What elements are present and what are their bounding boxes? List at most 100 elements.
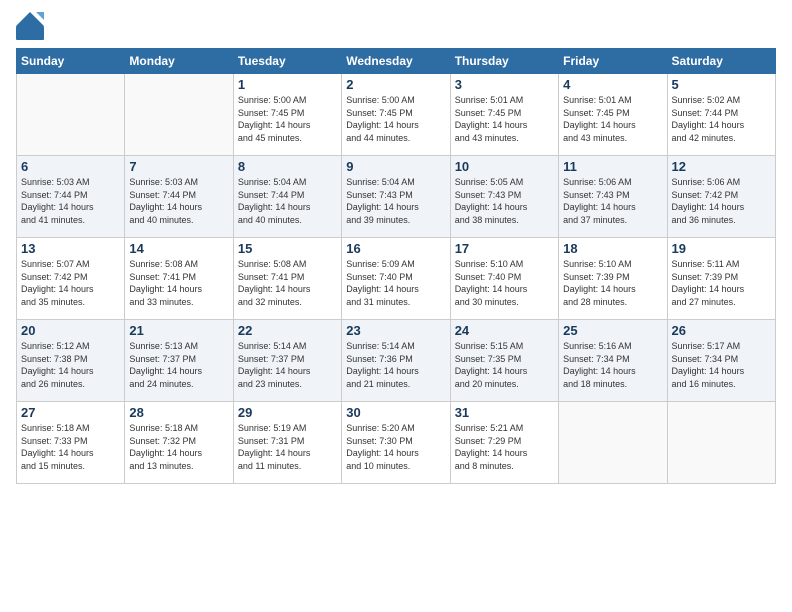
calendar-cell: 9 Sunrise: 5:04 AM Sunset: 7:43 PM Daylig… [342,156,450,238]
day-info: Sunrise: 5:15 AM Sunset: 7:35 PM Dayligh… [455,340,554,390]
calendar-cell: 6 Sunrise: 5:03 AM Sunset: 7:44 PM Daylig… [17,156,125,238]
calendar-cell: 14 Sunrise: 5:08 AM Sunset: 7:41 PM Dayli… [125,238,233,320]
calendar-cell [559,402,667,484]
calendar-cell: 7Sunrise: 5:03 AM Sunset: 7:44 PM Daylig… [125,156,233,238]
calendar-header-friday: Friday [559,49,667,74]
calendar-cell: 2Sunrise: 5:00 AM Sunset: 7:45 PM Daylig… [342,74,450,156]
calendar-cell: 18 Sunrise: 5:10 AM Sunset: 7:39 PM Dayli… [559,238,667,320]
day-number: 28 [129,405,228,420]
day-info: Sunrise: 5:05 AM Sunset: 7:43 PM Dayligh… [455,176,554,226]
calendar-header-tuesday: Tuesday [233,49,341,74]
day-number: 8 [238,159,337,174]
day-number: 24 [455,323,554,338]
header [16,12,776,40]
day-number: 29 [238,405,337,420]
calendar-cell: 5 Sunrise: 5:02 AM Sunset: 7:44 PM Daylig… [667,74,775,156]
calendar-header-thursday: Thursday [450,49,558,74]
calendar-cell: 19 Sunrise: 5:11 AM Sunset: 7:39 PM Dayli… [667,238,775,320]
day-info: Sunrise: 5:16 AM Sunset: 7:34 PM Dayligh… [563,340,662,390]
calendar-cell: 10 Sunrise: 5:05 AM Sunset: 7:43 PM Dayli… [450,156,558,238]
calendar-header-monday: Monday [125,49,233,74]
calendar-cell: 21 Sunrise: 5:13 AM Sunset: 7:37 PM Dayli… [125,320,233,402]
calendar-cell [17,74,125,156]
day-info: Sunrise: 5:07 AM Sunset: 7:42 PM Dayligh… [21,258,120,308]
logo [16,12,46,40]
day-info: Sunrise: 5:03 AM Sunset: 7:44 PM Dayligh… [129,176,228,226]
day-info: Sunrise: 5:08 AM Sunset: 7:41 PM Dayligh… [129,258,228,308]
calendar-cell: 20 Sunrise: 5:12 AM Sunset: 7:38 PM Dayli… [17,320,125,402]
calendar-cell: 24 Sunrise: 5:15 AM Sunset: 7:35 PM Dayli… [450,320,558,402]
calendar-header-saturday: Saturday [667,49,775,74]
calendar-cell: 12Sunrise: 5:06 AM Sunset: 7:42 PM Dayli… [667,156,775,238]
day-number: 5 [672,77,771,92]
day-info: Sunrise: 5:11 AM Sunset: 7:39 PM Dayligh… [672,258,771,308]
logo-icon [16,12,44,40]
day-number: 26 [672,323,771,338]
calendar-header-wednesday: Wednesday [342,49,450,74]
day-info: Sunrise: 5:04 AM Sunset: 7:43 PM Dayligh… [346,176,445,226]
day-number: 23 [346,323,445,338]
day-info: Sunrise: 5:03 AM Sunset: 7:44 PM Dayligh… [21,176,120,226]
day-info: Sunrise: 5:10 AM Sunset: 7:39 PM Dayligh… [563,258,662,308]
calendar-cell: 16 Sunrise: 5:09 AM Sunset: 7:40 PM Dayli… [342,238,450,320]
day-number: 17 [455,241,554,256]
day-info: Sunrise: 5:18 AM Sunset: 7:33 PM Dayligh… [21,422,120,472]
calendar-cell: 15 Sunrise: 5:08 AM Sunset: 7:41 PM Dayli… [233,238,341,320]
calendar-header-sunday: Sunday [17,49,125,74]
day-number: 22 [238,323,337,338]
day-info: Sunrise: 5:21 AM Sunset: 7:29 PM Dayligh… [455,422,554,472]
day-info: Sunrise: 5:20 AM Sunset: 7:30 PM Dayligh… [346,422,445,472]
calendar-cell: 13Sunrise: 5:07 AM Sunset: 7:42 PM Dayli… [17,238,125,320]
day-info: Sunrise: 5:02 AM Sunset: 7:44 PM Dayligh… [672,94,771,144]
day-info: Sunrise: 5:04 AM Sunset: 7:44 PM Dayligh… [238,176,337,226]
day-info: Sunrise: 5:09 AM Sunset: 7:40 PM Dayligh… [346,258,445,308]
day-info: Sunrise: 5:14 AM Sunset: 7:36 PM Dayligh… [346,340,445,390]
day-number: 9 [346,159,445,174]
day-number: 10 [455,159,554,174]
day-info: Sunrise: 5:06 AM Sunset: 7:42 PM Dayligh… [672,176,771,226]
day-info: Sunrise: 5:12 AM Sunset: 7:38 PM Dayligh… [21,340,120,390]
day-number: 25 [563,323,662,338]
day-info: Sunrise: 5:14 AM Sunset: 7:37 PM Dayligh… [238,340,337,390]
day-number: 21 [129,323,228,338]
calendar-cell: 8 Sunrise: 5:04 AM Sunset: 7:44 PM Daylig… [233,156,341,238]
calendar-cell: 11 Sunrise: 5:06 AM Sunset: 7:43 PM Dayli… [559,156,667,238]
day-number: 19 [672,241,771,256]
calendar-header-row: SundayMondayTuesdayWednesdayThursdayFrid… [17,49,776,74]
calendar-week-1: 1Sunrise: 5:00 AM Sunset: 7:45 PM Daylig… [17,74,776,156]
calendar-cell: 23 Sunrise: 5:14 AM Sunset: 7:36 PM Dayli… [342,320,450,402]
day-info: Sunrise: 5:06 AM Sunset: 7:43 PM Dayligh… [563,176,662,226]
day-info: Sunrise: 5:18 AM Sunset: 7:32 PM Dayligh… [129,422,228,472]
day-info: Sunrise: 5:13 AM Sunset: 7:37 PM Dayligh… [129,340,228,390]
day-number: 6 [21,159,120,174]
calendar-cell [125,74,233,156]
calendar-week-2: 6 Sunrise: 5:03 AM Sunset: 7:44 PM Daylig… [17,156,776,238]
day-number: 27 [21,405,120,420]
calendar-week-4: 20 Sunrise: 5:12 AM Sunset: 7:38 PM Dayli… [17,320,776,402]
day-info: Sunrise: 5:19 AM Sunset: 7:31 PM Dayligh… [238,422,337,472]
calendar-cell: 25 Sunrise: 5:16 AM Sunset: 7:34 PM Dayli… [559,320,667,402]
calendar-cell: 27 Sunrise: 5:18 AM Sunset: 7:33 PM Dayli… [17,402,125,484]
day-number: 30 [346,405,445,420]
day-number: 15 [238,241,337,256]
day-info: Sunrise: 5:01 AM Sunset: 7:45 PM Dayligh… [563,94,662,144]
day-number: 16 [346,241,445,256]
calendar-cell: 28 Sunrise: 5:18 AM Sunset: 7:32 PM Dayli… [125,402,233,484]
calendar-cell: 31Sunrise: 5:21 AM Sunset: 7:29 PM Dayli… [450,402,558,484]
day-number: 2 [346,77,445,92]
day-number: 4 [563,77,662,92]
day-info: Sunrise: 5:08 AM Sunset: 7:41 PM Dayligh… [238,258,337,308]
day-number: 11 [563,159,662,174]
day-number: 14 [129,241,228,256]
calendar-week-3: 13Sunrise: 5:07 AM Sunset: 7:42 PM Dayli… [17,238,776,320]
day-number: 20 [21,323,120,338]
calendar-cell [667,402,775,484]
day-info: Sunrise: 5:17 AM Sunset: 7:34 PM Dayligh… [672,340,771,390]
calendar-cell: 4 Sunrise: 5:01 AM Sunset: 7:45 PM Daylig… [559,74,667,156]
calendar-cell: 26 Sunrise: 5:17 AM Sunset: 7:34 PM Dayli… [667,320,775,402]
calendar-cell: 1Sunrise: 5:00 AM Sunset: 7:45 PM Daylig… [233,74,341,156]
day-number: 18 [563,241,662,256]
calendar-cell: 30 Sunrise: 5:20 AM Sunset: 7:30 PM Dayli… [342,402,450,484]
day-info: Sunrise: 5:00 AM Sunset: 7:45 PM Dayligh… [238,94,337,144]
calendar-cell: 29 Sunrise: 5:19 AM Sunset: 7:31 PM Dayli… [233,402,341,484]
